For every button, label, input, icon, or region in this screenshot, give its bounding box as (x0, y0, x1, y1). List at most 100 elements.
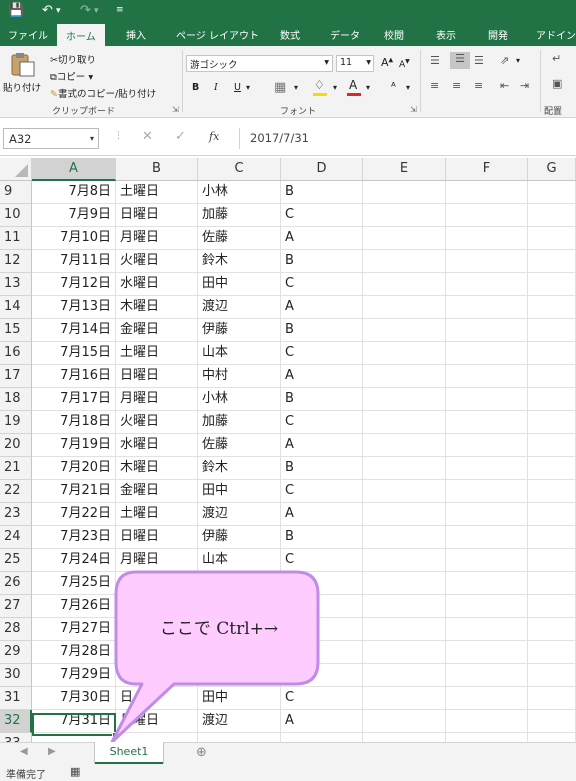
cell-a31[interactable]: 7月30日 (32, 687, 116, 710)
cell-b26[interactable] (116, 572, 198, 595)
cell-e20[interactable] (363, 434, 446, 457)
undo-dropdown-icon[interactable]: ▾ (56, 6, 61, 16)
tab-data[interactable]: データ (330, 27, 360, 42)
cell-e30[interactable] (363, 664, 446, 687)
row-header[interactable]: 12 (0, 250, 32, 273)
row-header[interactable]: 25 (0, 549, 32, 572)
align-middle-icon[interactable]: ☰ (450, 52, 470, 69)
cell-d24[interactable]: B (281, 526, 363, 549)
cell-a28[interactable]: 7月27日 (32, 618, 116, 641)
cell-d13[interactable]: C (281, 273, 363, 296)
cell-e16[interactable] (363, 342, 446, 365)
bold-button[interactable]: B (192, 82, 199, 93)
cell-a25[interactable]: 7月24日 (32, 549, 116, 572)
row-header[interactable]: 16 (0, 342, 32, 365)
cell-f26[interactable] (446, 572, 528, 595)
cell-e21[interactable] (363, 457, 446, 480)
row-header[interactable]: 19 (0, 411, 32, 434)
sheet-tab-sheet1[interactable]: Sheet1 (95, 742, 163, 764)
cell-b12[interactable]: 火曜日 (116, 250, 198, 273)
cell-c12[interactable]: 鈴木 (198, 250, 281, 273)
cell-d10[interactable]: C (281, 204, 363, 227)
row-header[interactable]: 29 (0, 641, 32, 664)
insert-function-button[interactable]: fx (209, 130, 219, 143)
tab-review[interactable]: 校閲 (384, 27, 404, 42)
cell-f20[interactable] (446, 434, 528, 457)
add-sheet-icon[interactable]: ⊕ (196, 745, 207, 760)
wrap-text-icon[interactable]: ↵ (552, 52, 561, 65)
cell-f22[interactable] (446, 480, 528, 503)
cell-a26[interactable]: 7月25日 (32, 572, 116, 595)
cell-c10[interactable]: 加藤 (198, 204, 281, 227)
cell-d21[interactable]: B (281, 457, 363, 480)
cell-f28[interactable] (446, 618, 528, 641)
cell-c30[interactable] (198, 664, 281, 687)
column-header-a[interactable]: A (32, 158, 116, 181)
cell-a20[interactable]: 7月19日 (32, 434, 116, 457)
cell-b11[interactable]: 月曜日 (116, 227, 198, 250)
cell-b29[interactable] (116, 641, 198, 664)
cell-g32[interactable] (528, 710, 576, 733)
row-header[interactable]: 17 (0, 365, 32, 388)
cell-e25[interactable] (363, 549, 446, 572)
cell-d15[interactable]: B (281, 319, 363, 342)
cell-c32[interactable]: 渡辺 (198, 710, 281, 733)
cell-g26[interactable] (528, 572, 576, 595)
cell-g29[interactable] (528, 641, 576, 664)
cell-c22[interactable]: 田中 (198, 480, 281, 503)
tab-formulas[interactable]: 数式 (280, 27, 300, 42)
dialog-launcher-icon[interactable]: ⇲ (172, 105, 179, 114)
cell-a18[interactable]: 7月17日 (32, 388, 116, 411)
tab-home[interactable]: ホーム (57, 24, 105, 46)
cell-d12[interactable]: B (281, 250, 363, 273)
cell-a13[interactable]: 7月12日 (32, 273, 116, 296)
cell-b9[interactable]: 土曜日 (116, 181, 198, 204)
name-box[interactable]: A32 ▾ (3, 128, 99, 149)
cell-c25[interactable]: 山本 (198, 549, 281, 572)
cell-e22[interactable] (363, 480, 446, 503)
column-header-b[interactable]: B (116, 158, 198, 181)
cell-c21[interactable]: 鈴木 (198, 457, 281, 480)
cell-f12[interactable] (446, 250, 528, 273)
cell-b17[interactable]: 日曜日 (116, 365, 198, 388)
cell-e32[interactable] (363, 710, 446, 733)
row-header[interactable]: 30 (0, 664, 32, 687)
cancel-icon[interactable]: ✕ (142, 129, 153, 144)
cell-e28[interactable] (363, 618, 446, 641)
phonetic-icon[interactable]: ᴬ (391, 80, 396, 93)
cell-d14[interactable]: A (281, 296, 363, 319)
cell-e9[interactable] (363, 181, 446, 204)
cell-a29[interactable]: 7月28日 (32, 641, 116, 664)
redo-icon[interactable]: ↷ (80, 3, 91, 18)
cell-c16[interactable]: 山本 (198, 342, 281, 365)
cell-a23[interactable]: 7月22日 (32, 503, 116, 526)
cell-f31[interactable] (446, 687, 528, 710)
cell-e18[interactable] (363, 388, 446, 411)
align-center-icon[interactable]: ≡ (452, 79, 461, 92)
cell-a19[interactable]: 7月18日 (32, 411, 116, 434)
row-header[interactable]: 11 (0, 227, 32, 250)
row-header[interactable]: 15 (0, 319, 32, 342)
align-left-icon[interactable]: ≡ (430, 79, 439, 92)
cell-a24[interactable]: 7月23日 (32, 526, 116, 549)
cell-a17[interactable]: 7月16日 (32, 365, 116, 388)
cell-b16[interactable]: 土曜日 (116, 342, 198, 365)
column-header-f[interactable]: F (446, 158, 528, 181)
cell-e17[interactable] (363, 365, 446, 388)
cell-g17[interactable] (528, 365, 576, 388)
format-painter-button[interactable]: ✎書式のコピー/貼り付け (50, 86, 156, 100)
tab-addins[interactable]: アドイン (536, 27, 576, 42)
cell-b20[interactable]: 水曜日 (116, 434, 198, 457)
cell-g15[interactable] (528, 319, 576, 342)
cell-c19[interactable]: 加藤 (198, 411, 281, 434)
cell-d25[interactable]: C (281, 549, 363, 572)
enter-icon[interactable]: ✓ (175, 129, 186, 144)
cell-f23[interactable] (446, 503, 528, 526)
cell-d22[interactable]: C (281, 480, 363, 503)
cell-a22[interactable]: 7月21日 (32, 480, 116, 503)
cell-g19[interactable] (528, 411, 576, 434)
cell-e14[interactable] (363, 296, 446, 319)
column-header-e[interactable]: E (363, 158, 446, 181)
cell-b23[interactable]: 土曜日 (116, 503, 198, 526)
row-header[interactable]: 26 (0, 572, 32, 595)
